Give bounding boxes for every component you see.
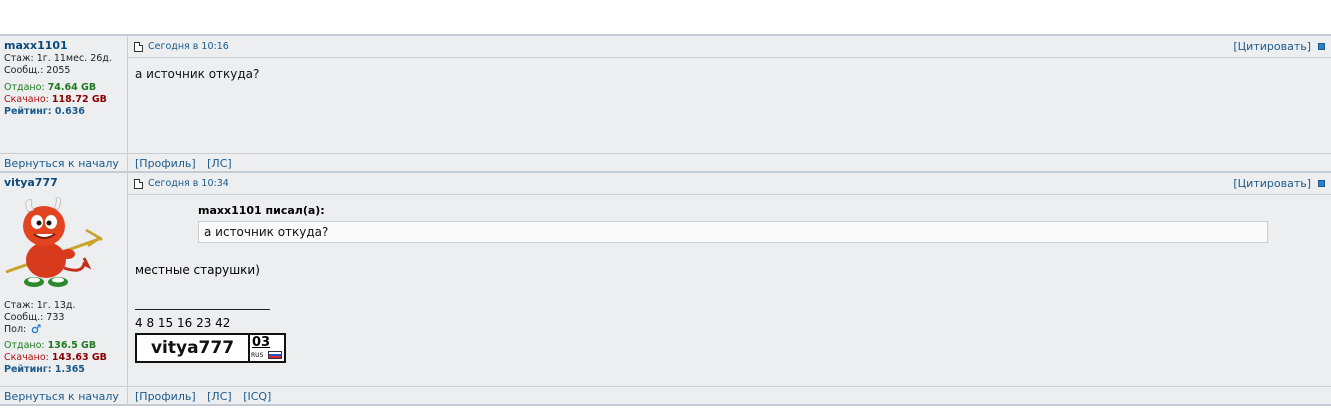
author-rating: Рейтинг: 0.636 bbox=[4, 106, 85, 117]
forum-thread: maxx1101 Стаж: 1г. 11мес. 26д. Сообщ.: 2… bbox=[0, 34, 1331, 406]
post-date: Сегодня в 10:34 bbox=[148, 178, 229, 189]
quote-button[interactable]: [Цитировать] bbox=[1233, 177, 1311, 190]
author-rating: Рейтинг: 1.365 bbox=[4, 364, 85, 375]
post-date: Сегодня в 10:16 bbox=[148, 41, 229, 52]
pm-link[interactable]: [ЛС] bbox=[207, 157, 232, 170]
blue-square-icon bbox=[1318, 43, 1325, 50]
pm-link[interactable]: [ЛС] bbox=[207, 390, 232, 403]
plate-region-number: 03 bbox=[252, 335, 271, 350]
author-downloaded: Скачано: 143.63 GB bbox=[4, 352, 107, 363]
post-author-info: maxx1101 Стаж: 1г. 11мес. 26д. Сообщ.: 2… bbox=[0, 36, 128, 153]
quote-text: а источник откуда? bbox=[198, 221, 1268, 243]
post-message: а источник откуда? bbox=[135, 67, 260, 81]
post-header: Сегодня в 10:34 [Цитировать] bbox=[128, 173, 1331, 195]
post-2: vitya777 Стаж: 1г. 13д. Сообщ.: 733 Пол:… bbox=[0, 173, 1331, 386]
quote-author: maxx1101 писал(а): bbox=[198, 204, 325, 217]
author-posts-count: Сообщ.: 733 bbox=[4, 312, 65, 323]
author-nick[interactable]: vitya777 bbox=[4, 177, 123, 189]
author-uploaded: Отдано: 136.5 GB bbox=[4, 340, 97, 351]
post-message: местные старушки) bbox=[135, 263, 260, 277]
russia-flag-icon bbox=[268, 351, 282, 359]
male-icon bbox=[31, 324, 41, 334]
icq-link[interactable]: [ICQ] bbox=[243, 390, 271, 403]
author-downloaded: Скачано: 118.72 GB bbox=[4, 94, 107, 105]
post-date-icon[interactable] bbox=[134, 178, 143, 189]
signature-text: 4 8 15 16 23 42 bbox=[135, 316, 231, 330]
plate-name: vitya777 bbox=[137, 335, 250, 361]
author-nick[interactable]: maxx1101 bbox=[4, 40, 123, 52]
author-gender: Пол: bbox=[4, 324, 123, 336]
author-uploaded: Отдано: 74.64 GB bbox=[4, 82, 97, 93]
plate-region: 03 RUS bbox=[250, 335, 284, 361]
profile-link[interactable]: [Профиль] bbox=[135, 390, 196, 403]
back-to-top-link[interactable]: Вернуться к началу bbox=[0, 387, 128, 406]
post-date-icon[interactable] bbox=[134, 41, 143, 52]
post-links: [Профиль] [ЛС] [ICQ] bbox=[128, 387, 1331, 406]
post-2-footer: Вернуться к началу [Профиль] [ЛС] [ICQ] bbox=[0, 386, 1331, 406]
post-body: Сегодня в 10:34 [Цитировать] maxx1101 пи… bbox=[128, 173, 1331, 386]
post-1-footer: Вернуться к началу [Профиль] [ЛС] bbox=[0, 153, 1331, 173]
author-stazh: Стаж: 1г. 13д. bbox=[4, 300, 76, 311]
plate-country: RUS bbox=[251, 352, 264, 359]
post-author-info: vitya777 Стаж: 1г. 13д. Сообщ.: 733 Пол:… bbox=[0, 173, 128, 386]
post-1: maxx1101 Стаж: 1г. 11мес. 26д. Сообщ.: 2… bbox=[0, 34, 1331, 153]
author-posts-count: Сообщ.: 2055 bbox=[4, 65, 71, 76]
post-links: [Профиль] [ЛС] bbox=[128, 154, 1331, 173]
post-header: Сегодня в 10:16 [Цитировать] bbox=[128, 36, 1331, 58]
back-to-top-link[interactable]: Вернуться к началу bbox=[0, 154, 128, 173]
red-devil-avatar[interactable] bbox=[4, 194, 104, 290]
author-stazh: Стаж: 1г. 11мес. 26д. bbox=[4, 53, 112, 64]
post-body: Сегодня в 10:16 [Цитировать] а источник … bbox=[128, 36, 1331, 153]
blue-square-icon bbox=[1318, 180, 1325, 187]
quote-block: maxx1101 писал(а): а источник откуда? bbox=[128, 195, 1331, 243]
license-plate-signature: vitya777 03 RUS bbox=[135, 333, 286, 363]
quote-button[interactable]: [Цитировать] bbox=[1233, 40, 1311, 53]
profile-link[interactable]: [Профиль] bbox=[135, 157, 196, 170]
